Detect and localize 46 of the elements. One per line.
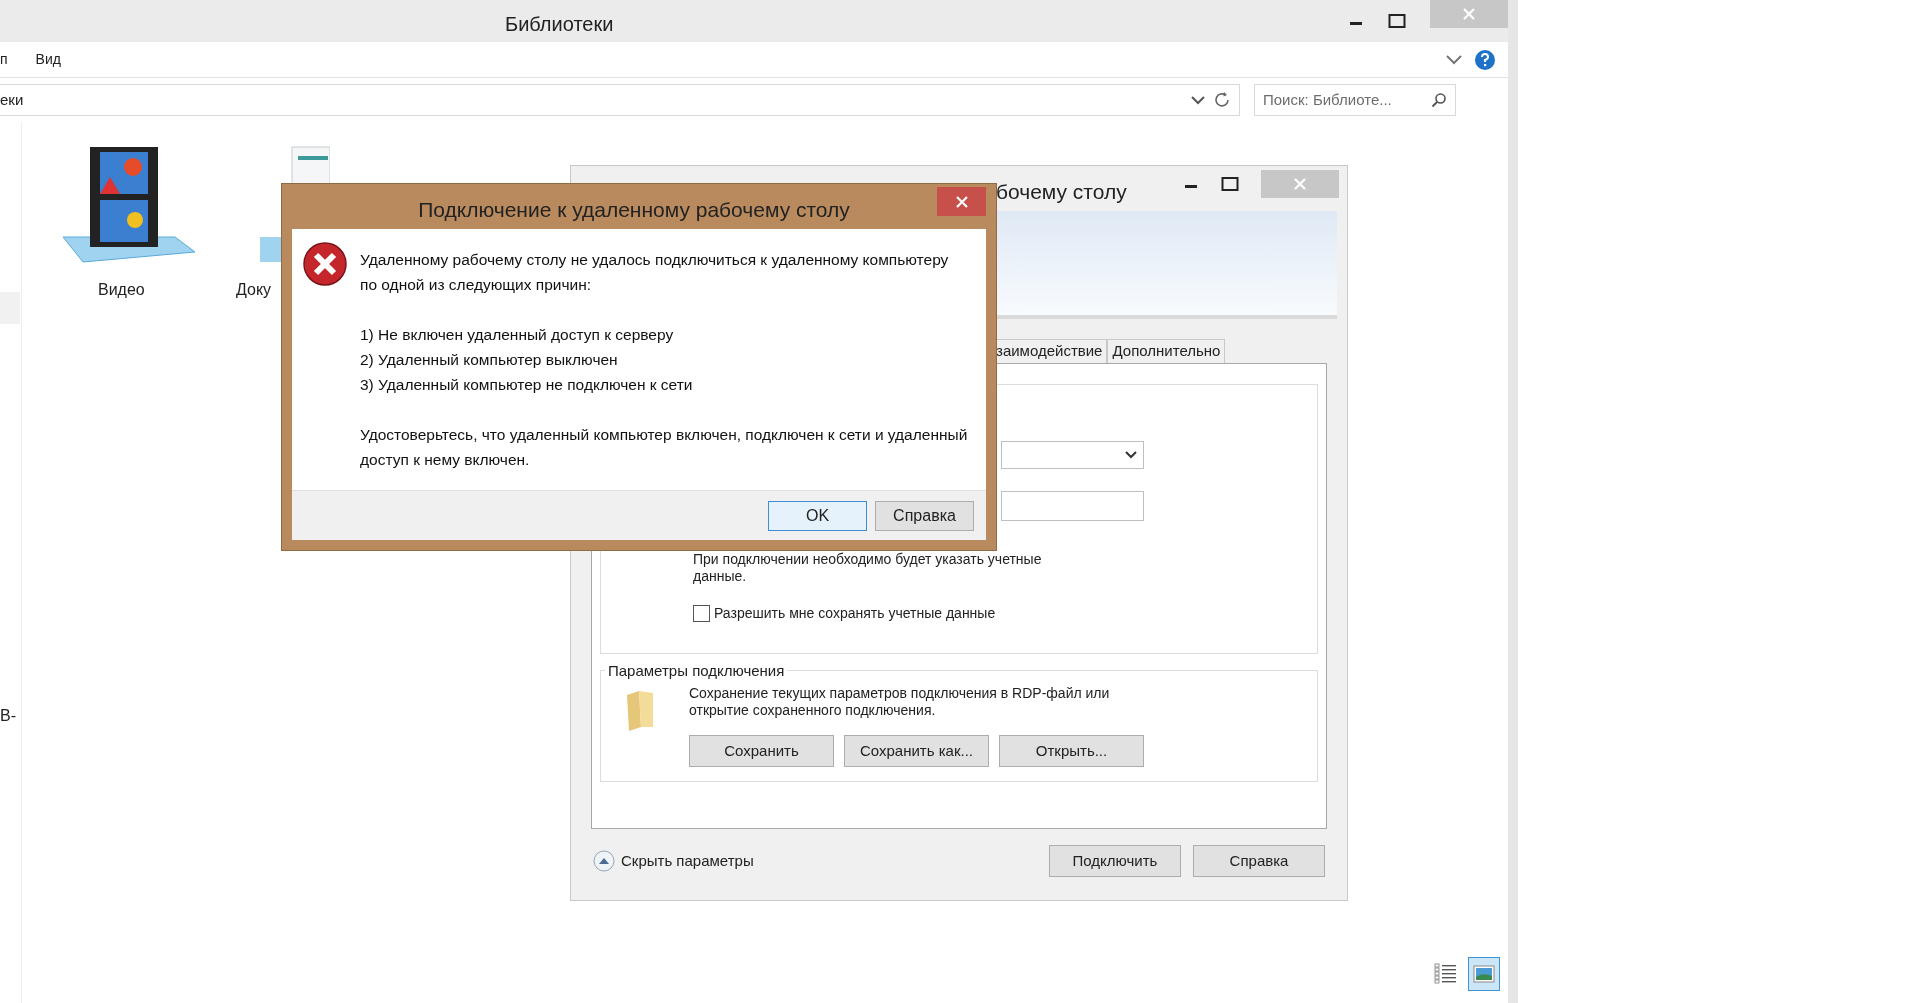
advice-text: Удостоверьтесь, что удаленный компьютер включен, подключен к сети и удаленный доступ к нему включен. bbox=[360, 425, 969, 470]
dialog-title: Подключение к удаленному рабочему столу bbox=[417, 197, 851, 223]
error-message: Удаленному рабочему столу не удалось подключиться к удаленному компьютеру по одной из следующих причин: bbox=[360, 250, 950, 295]
window-title: бочему столу bbox=[996, 179, 1127, 205]
menu-tab[interactable]: Вид bbox=[35, 49, 61, 70]
chevron-down-icon bbox=[1125, 451, 1137, 459]
maximize-icon[interactable] bbox=[1221, 176, 1239, 192]
maximize-icon[interactable] bbox=[1388, 13, 1406, 29]
reason-text: 1) Не включен удаленный доступ к серверу bbox=[360, 325, 675, 345]
picture-view-icon bbox=[1473, 965, 1495, 983]
group-description: Сохранение текущих параметров подключения в RDP-файл или открытие сохраненного подключения. bbox=[689, 685, 1111, 719]
tab[interactable]: Дополнительно bbox=[1107, 339, 1226, 363]
dialog-button[interactable]: Справка bbox=[875, 500, 974, 531]
input-field[interactable] bbox=[1001, 491, 1144, 521]
checkbox[interactable] bbox=[693, 605, 710, 622]
reason-text: 3) Удаленный компьютер не подключен к сети bbox=[360, 375, 694, 395]
view-toggle-button[interactable] bbox=[1468, 957, 1500, 991]
checkbox-label: Разрешить мне сохранять учетные данные bbox=[714, 604, 996, 623]
details-view-icon bbox=[1434, 963, 1458, 985]
search-icon bbox=[1431, 92, 1447, 108]
credentials-note: При подключении необходимо будет указать учетные данные. bbox=[693, 551, 1043, 585]
error-icon bbox=[302, 241, 348, 287]
dialog-button[interactable]: Справка bbox=[1193, 845, 1325, 877]
dialog-button[interactable]: Сохранить как... bbox=[844, 735, 989, 767]
address-bar[interactable]: еки bbox=[0, 84, 1240, 116]
chevron-down-icon[interactable] bbox=[1446, 54, 1462, 65]
window-title: Библиотеки bbox=[505, 12, 614, 37]
help-icon[interactable] bbox=[1474, 48, 1496, 71]
collapse-icon[interactable] bbox=[593, 850, 615, 872]
search-field[interactable]: Поиск: Библиоте... bbox=[1254, 84, 1456, 116]
dialog-button[interactable]: Сохранить bbox=[689, 735, 834, 767]
refresh-icon[interactable] bbox=[1213, 91, 1231, 109]
close-icon bbox=[954, 194, 969, 209]
menu-tab[interactable]: п bbox=[0, 49, 8, 70]
chevron-down-icon[interactable] bbox=[1191, 95, 1205, 105]
item-label: В- bbox=[0, 706, 17, 726]
dialog-button[interactable]: Подключить bbox=[1049, 845, 1181, 877]
dialog-button[interactable]: OK bbox=[768, 500, 867, 531]
reason-text: 2) Удаленный компьютер выключен bbox=[360, 350, 619, 370]
dialog-button[interactable]: Открыть... bbox=[999, 735, 1144, 767]
address-text: еки bbox=[0, 89, 24, 110]
close-button[interactable] bbox=[937, 187, 986, 216]
close-icon bbox=[1462, 7, 1476, 21]
library-item[interactable]: Видео bbox=[52, 142, 202, 302]
hide-options-link[interactable]: Скрыть параметры bbox=[621, 849, 754, 873]
close-icon bbox=[1293, 177, 1307, 191]
